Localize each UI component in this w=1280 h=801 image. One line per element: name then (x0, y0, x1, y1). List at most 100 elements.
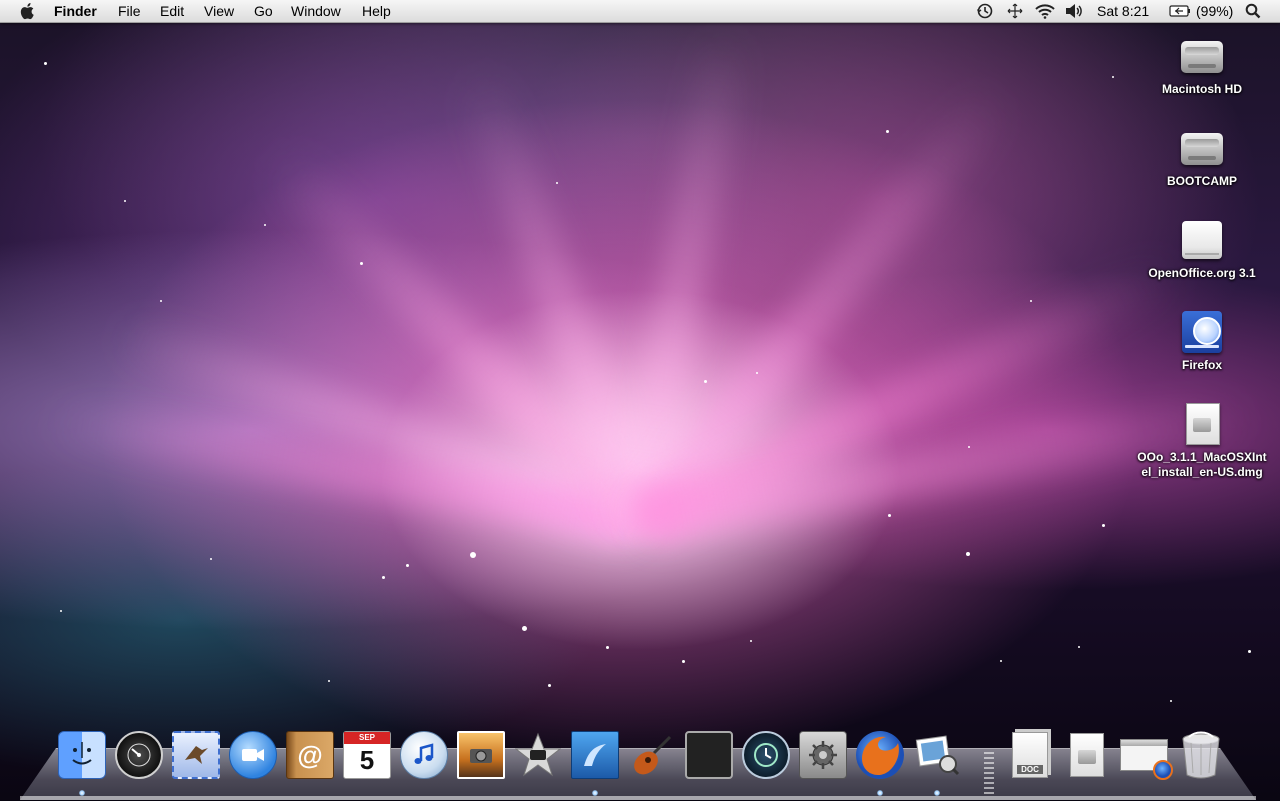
desktop-wallpaper (0, 0, 1280, 800)
star (750, 640, 752, 642)
star (1248, 650, 1251, 653)
dock-downloads-stack[interactable] (1061, 729, 1113, 781)
ical-day: 5 (359, 745, 375, 775)
garageband-icon (628, 731, 676, 779)
dock-preview[interactable] (911, 729, 963, 781)
star (1078, 646, 1080, 648)
finder-icon (58, 731, 106, 779)
iweb-icon (571, 731, 619, 779)
hard-drive-icon (1178, 31, 1226, 79)
address-book-icon: @ (286, 731, 334, 779)
dock-system-preferences[interactable] (797, 729, 849, 781)
desktop-icon-label: Firefox (1181, 358, 1222, 372)
star (1030, 300, 1032, 302)
star (888, 514, 891, 517)
desktop-icon-label: OOo_3.1.1_MacOSXIntel_install_en-US.dmg (1137, 450, 1267, 479)
star (160, 300, 162, 302)
desktop-icon-macintosh-hd[interactable]: Macintosh HD (1127, 31, 1277, 97)
dock-divider[interactable] (984, 752, 994, 796)
firefox-volume-icon (1178, 307, 1226, 355)
dock-ical[interactable]: SEP 5 (341, 729, 393, 781)
star (470, 552, 476, 558)
downloads-stack-icon (1063, 731, 1111, 779)
time-machine-icon (742, 731, 790, 779)
star (704, 380, 707, 383)
spotlight-search-icon[interactable] (1242, 2, 1264, 20)
star (124, 200, 126, 202)
desktop-icon-dmg-file[interactable]: OOo_3.1.1_MacOSXIntel_install_en-US.dmg (1127, 399, 1277, 480)
battery-icon[interactable] (1168, 2, 1192, 20)
star (60, 610, 62, 612)
volume-icon[interactable] (1062, 2, 1086, 20)
desktop-icon-firefox-volume[interactable]: Firefox (1127, 307, 1277, 373)
time-machine-menu-icon[interactable] (974, 2, 996, 20)
star (210, 558, 212, 560)
dock-documents-stack[interactable]: DOC (1004, 729, 1056, 781)
star (968, 446, 970, 448)
menu-bar: Finder File Edit View Go Window Help Sat… (0, 0, 1280, 23)
star (556, 182, 558, 184)
star (1112, 76, 1114, 78)
star (406, 564, 409, 567)
hard-drive-icon (1178, 123, 1226, 171)
star (44, 62, 47, 65)
star (382, 576, 385, 579)
star (966, 552, 970, 556)
star (548, 684, 551, 687)
bluetooth-sync-menu-icon[interactable] (1004, 2, 1026, 20)
star (360, 262, 363, 265)
desktop-icon-bootcamp[interactable]: BOOTCAMP (1127, 123, 1277, 189)
battery-percentage[interactable]: (99%) (1196, 3, 1233, 19)
minimized-firefox-window-icon (1120, 731, 1173, 780)
star (756, 372, 758, 374)
dock-ichat[interactable] (227, 729, 279, 781)
menu-help[interactable]: Help (362, 3, 391, 19)
dock-trash[interactable] (1175, 729, 1227, 781)
desktop-icon-label: BOOTCAMP (1167, 174, 1237, 188)
running-indicator-preview (934, 790, 940, 796)
dock-iweb[interactable] (569, 729, 621, 781)
dock-mail[interactable] (170, 729, 222, 781)
imovie-icon (514, 731, 562, 779)
dock-imovie[interactable] (512, 729, 564, 781)
firefox-icon (856, 731, 904, 779)
menu-clock[interactable]: Sat 8:21 (1097, 3, 1149, 19)
dock-minimized-firefox-window[interactable] (1118, 729, 1173, 781)
dock-time-machine[interactable] (740, 729, 792, 781)
menu-app-finder[interactable]: Finder (54, 3, 97, 19)
desktop-icon-label: Macintosh HD (1161, 82, 1242, 96)
menu-file[interactable]: File (118, 3, 141, 19)
running-indicator-finder (79, 790, 85, 796)
star (1170, 700, 1172, 702)
dmg-file-icon (1178, 399, 1226, 447)
apple-logo-icon[interactable] (18, 1, 38, 21)
dock-address-book[interactable]: @ (284, 729, 336, 781)
ical-month: SEP (344, 732, 390, 744)
dock-firefox[interactable] (854, 729, 906, 781)
star (1000, 660, 1002, 662)
dock-iphoto[interactable] (455, 729, 507, 781)
ichat-icon (229, 731, 277, 779)
wifi-icon[interactable] (1032, 2, 1058, 20)
menu-window[interactable]: Window (291, 3, 341, 19)
dock-garageband[interactable] (626, 729, 678, 781)
dock-spaces[interactable] (683, 729, 735, 781)
dock-edge (20, 796, 1256, 800)
star (264, 224, 266, 226)
mail-icon (172, 731, 220, 779)
disk-image-volume-icon (1178, 215, 1226, 263)
menu-edit[interactable]: Edit (160, 3, 184, 19)
desktop-icon-openoffice-volume[interactable]: OpenOffice.org 3.1 (1127, 215, 1277, 281)
dock-finder[interactable] (56, 729, 108, 781)
dock-dashboard[interactable] (113, 729, 165, 781)
dock-itunes[interactable] (398, 729, 450, 781)
ical-icon: SEP 5 (343, 731, 391, 779)
trash-icon (1177, 731, 1225, 779)
star (606, 646, 609, 649)
menu-go[interactable]: Go (254, 3, 273, 19)
menu-view[interactable]: View (204, 3, 234, 19)
preview-icon (913, 731, 961, 779)
running-indicator-firefox (877, 790, 883, 796)
star (886, 130, 889, 133)
star (682, 660, 685, 663)
